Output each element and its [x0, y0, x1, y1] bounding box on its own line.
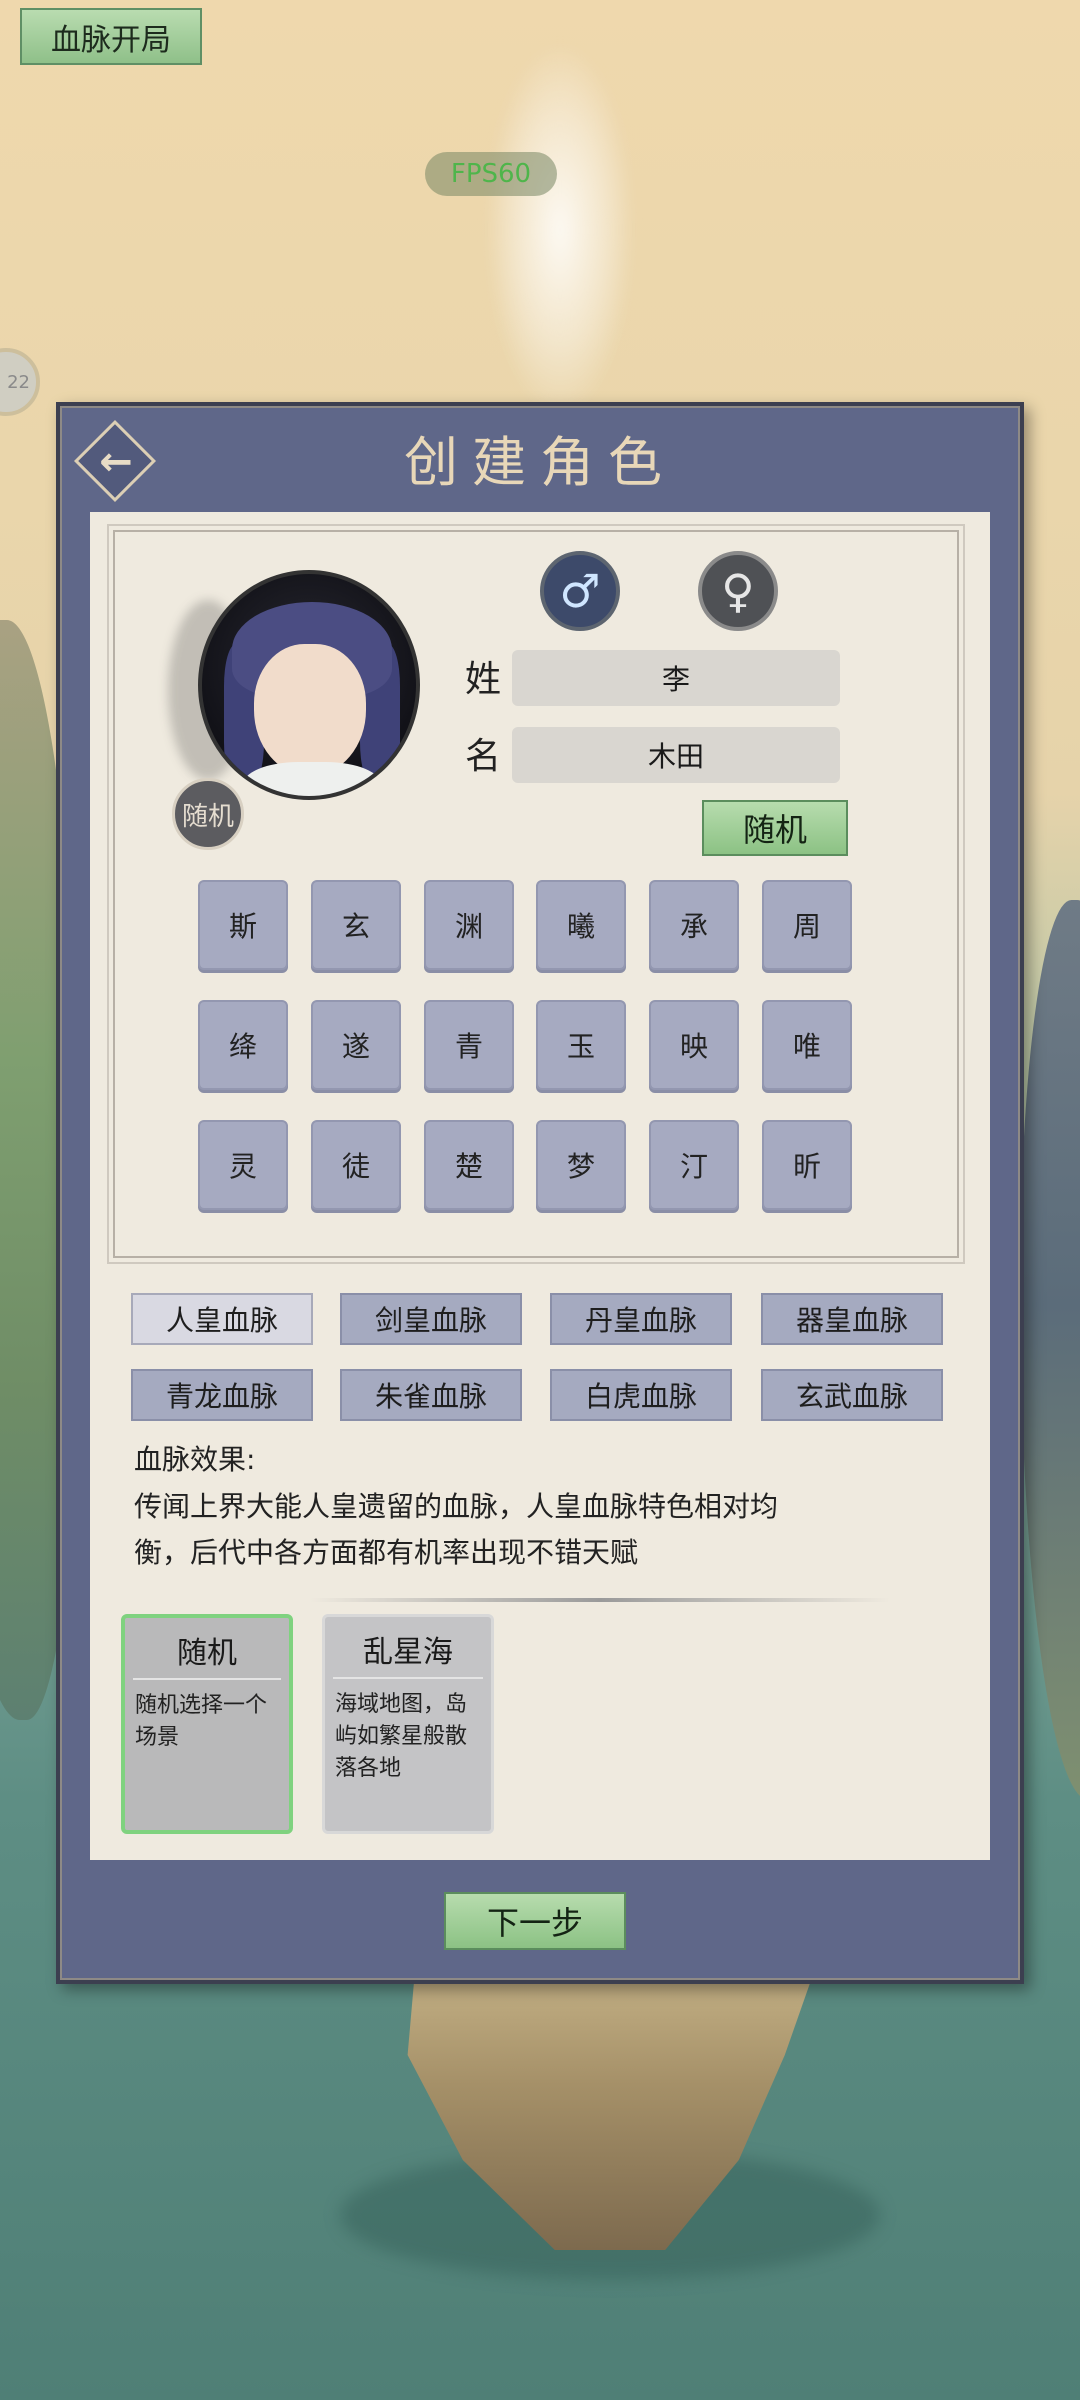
bloodline-button-pill-emperor[interactable]: 丹皇血脉	[550, 1293, 732, 1345]
char-button[interactable]: 周	[762, 880, 852, 970]
char-button[interactable]: 遂	[311, 1000, 401, 1090]
bloodline-button-human-emperor[interactable]: 人皇血脉	[131, 1293, 313, 1345]
next-step-button[interactable]: 下一步	[444, 1892, 626, 1950]
bloodline-start-button[interactable]: 血脉开局	[20, 8, 202, 65]
char-button[interactable]: 渊	[424, 880, 514, 970]
char-button[interactable]: 灵	[198, 1120, 288, 1210]
arrow-left-icon: ←	[99, 439, 133, 485]
bloodline-button-white-tiger[interactable]: 白虎血脉	[550, 1369, 732, 1421]
female-icon[interactable]: ♀	[698, 551, 778, 631]
male-icon[interactable]: ♂	[540, 551, 620, 631]
scene-card-title: 乱星海	[333, 1627, 483, 1679]
given-name-label: 名	[464, 736, 501, 777]
back-button[interactable]: ←	[73, 419, 158, 504]
bloodline-button-sword-emperor[interactable]: 剑皇血脉	[340, 1293, 522, 1345]
bloodline-effect-title: 血脉效果:	[134, 1443, 256, 1476]
char-button[interactable]: 楚	[424, 1120, 514, 1210]
surname-label: 姓	[464, 659, 501, 700]
char-button[interactable]: 汀	[649, 1120, 739, 1210]
char-button[interactable]: 绛	[198, 1000, 288, 1090]
char-button[interactable]: 玄	[311, 880, 401, 970]
char-button[interactable]: 唯	[762, 1000, 852, 1090]
random-avatar-button[interactable]: 随机	[172, 778, 244, 850]
bloodline-button-artifact-emperor[interactable]: 器皇血脉	[761, 1293, 943, 1345]
bloodline-button-azure-dragon[interactable]: 青龙血脉	[131, 1369, 313, 1421]
scene-card-description: 随机选择一个 场景	[135, 1693, 268, 1750]
surname-field[interactable]: 李	[512, 650, 840, 706]
char-button[interactable]: 梦	[536, 1120, 626, 1210]
char-button[interactable]: 斯	[198, 880, 288, 970]
scene-card-title: 随机	[133, 1628, 281, 1680]
scene-card-random[interactable]: 随机 随机选择一个 场景	[121, 1614, 293, 1834]
char-button[interactable]: 青	[424, 1000, 514, 1090]
char-button[interactable]: 映	[649, 1000, 739, 1090]
char-button[interactable]: 承	[649, 880, 739, 970]
char-button[interactable]: 昕	[762, 1120, 852, 1210]
island-right-decoration	[1020, 900, 1080, 1800]
mist-decoration	[485, 40, 635, 420]
fps-counter: FPS60	[425, 152, 557, 196]
char-button[interactable]: 曦	[536, 880, 626, 970]
bloodline-button-vermilion-bird[interactable]: 朱雀血脉	[340, 1369, 522, 1421]
char-button[interactable]: 玉	[536, 1000, 626, 1090]
scene-card-description: 海域地图，岛 屿如繁星般散 落各地	[335, 1692, 468, 1781]
page-title: 创建角色	[404, 431, 676, 494]
bloodline-button-black-tortoise[interactable]: 玄武血脉	[761, 1369, 943, 1421]
given-name-field[interactable]: 木田	[512, 727, 840, 783]
character-avatar	[198, 570, 420, 800]
char-button[interactable]: 徒	[311, 1120, 401, 1210]
scene-card-chaotic-star-sea[interactable]: 乱星海 海域地图，岛 屿如繁星般散 落各地	[322, 1614, 494, 1834]
divider	[310, 1598, 890, 1602]
random-name-button[interactable]: 随机	[702, 800, 848, 856]
bloodline-effect-description: 传闻上界大能人皇遗留的血脉，人皇血脉特色相对均 衡，后代中各方面都有机率出现不错…	[134, 1490, 779, 1569]
